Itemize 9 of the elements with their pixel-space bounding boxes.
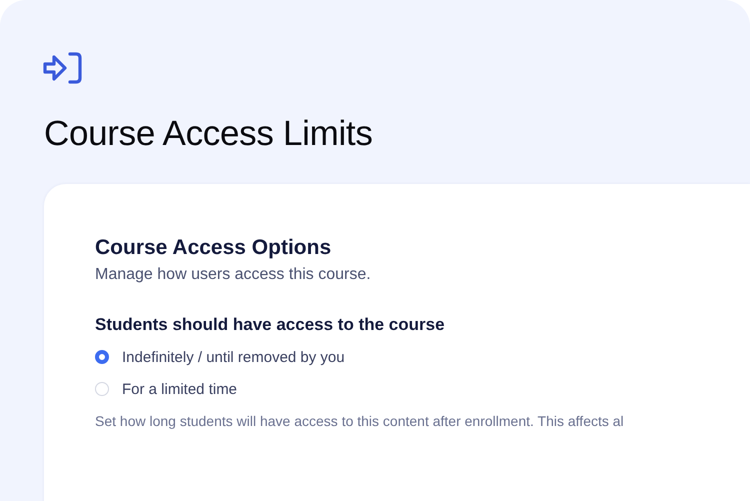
option-label[interactable]: For a limited time xyxy=(122,380,238,398)
page-title: Course Access Limits xyxy=(44,113,374,155)
card-heading: Course Access Options xyxy=(95,235,332,261)
radio-button[interactable] xyxy=(95,350,109,364)
question-label: Students should have access to the course xyxy=(95,314,446,336)
sign-in-icon xyxy=(43,52,83,86)
option-label[interactable]: Indefinitely / until removed by you xyxy=(122,348,345,366)
card-subtitle: Manage how users access this course. xyxy=(95,266,372,284)
help-text: Set how long students will have access to this content after enrollment. This affects al xyxy=(95,413,625,429)
